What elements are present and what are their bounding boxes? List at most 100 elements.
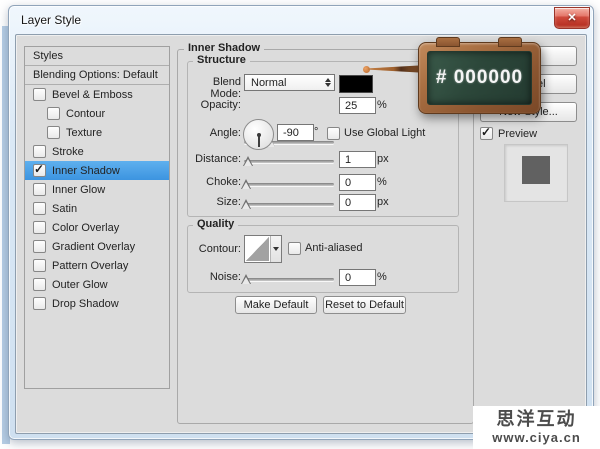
slider-thumb[interactable] <box>240 199 252 210</box>
slider-thumb[interactable] <box>242 156 254 167</box>
slider-track <box>244 160 334 163</box>
opacity-unit: % <box>377 99 387 111</box>
sidebar-item-satin[interactable]: ✓ Satin <box>25 199 169 218</box>
anti-aliased-checkbox[interactable]: ✓ <box>288 242 301 255</box>
sidebar-item-contour[interactable]: ✓ Contour <box>25 104 169 123</box>
reset-to-default-button[interactable]: Reset to Default <box>323 296 406 314</box>
checkbox-icon[interactable]: ✓ <box>47 126 60 139</box>
preview-label: Preview <box>498 128 538 140</box>
sidebar-item-texture[interactable]: ✓ Texture <box>25 123 169 142</box>
sidebar-item-blending-options[interactable]: Blending Options: Default <box>25 66 169 85</box>
checkbox-icon[interactable]: ✓ <box>33 240 46 253</box>
contour-row: Contour: ✓ Anti-aliased <box>188 235 458 265</box>
checkbox-icon[interactable]: ✓ <box>33 278 46 291</box>
checkbox-icon[interactable]: ✓ <box>33 259 46 272</box>
sidebar-item-label: Color Overlay <box>52 221 120 234</box>
styles-header: Styles <box>25 47 169 66</box>
checkbox-icon[interactable]: ✓ <box>33 162 46 177</box>
make-default-button[interactable]: Make Default <box>235 296 317 314</box>
checkbox-icon[interactable]: ✓ <box>47 107 60 120</box>
distance-input[interactable] <box>339 151 376 168</box>
distance-row: Distance: px <box>188 151 458 171</box>
shadow-color-swatch[interactable] <box>339 75 373 93</box>
sidebar-item-color-overlay[interactable]: ✓ Color Overlay <box>25 218 169 237</box>
size-label: Size: <box>216 196 241 208</box>
chevron-down-icon[interactable] <box>270 236 281 262</box>
stepper-icon <box>321 75 334 90</box>
sidebar-item-label: Outer Glow <box>52 278 108 291</box>
sidebar-item-label: Inner Glow <box>52 183 106 196</box>
sidebar-item-label: Satin <box>52 202 78 215</box>
distance-unit: px <box>377 153 389 165</box>
angle-input[interactable] <box>277 124 314 141</box>
styles-panel: Styles Blending Options: Default ✓ Bevel… <box>24 46 170 389</box>
checkmark-icon: ✓ <box>481 125 492 139</box>
choke-unit: % <box>377 176 387 188</box>
quality-group: Quality Contour: ✓ Anti-aliased Noise: <box>187 218 459 293</box>
sidebar-item-pattern-overlay[interactable]: ✓ Pattern Overlay <box>25 256 169 275</box>
window-title: Layer Style <box>21 13 82 27</box>
preview-thumbnail <box>504 144 568 202</box>
blend-mode-select[interactable]: Normal <box>244 74 335 91</box>
distance-slider[interactable] <box>242 155 334 167</box>
wooden-pointer <box>363 63 425 75</box>
checkbox-icon[interactable]: ✓ <box>33 202 46 215</box>
sidebar-item-drop-shadow[interactable]: ✓ Drop Shadow <box>25 294 169 313</box>
slider-thumb[interactable] <box>240 274 252 285</box>
choke-input[interactable] <box>339 174 376 191</box>
contour-label: Contour: <box>198 243 241 255</box>
screenshot-root: Layer Style ✕ Styles Blending Options: D… <box>0 0 600 449</box>
size-slider[interactable] <box>240 198 334 210</box>
checkbox-icon[interactable]: ✓ <box>33 221 46 234</box>
sidebar-item-inner-glow[interactable]: ✓ Inner Glow <box>25 180 169 199</box>
sidebar-item-outer-glow[interactable]: ✓ Outer Glow <box>25 275 169 294</box>
size-input[interactable] <box>339 194 376 211</box>
angle-dial[interactable] <box>243 119 274 150</box>
choke-row: Choke: % <box>188 174 458 194</box>
noise-row: Noise: % <box>188 269 458 289</box>
watermark-url: www.ciya.cn <box>492 430 581 445</box>
slider-track <box>244 183 334 186</box>
noise-unit: % <box>377 271 387 283</box>
sidebar-item-inner-shadow[interactable]: ✓ Inner Shadow <box>25 161 169 180</box>
size-unit: px <box>377 196 389 208</box>
sidebar-item-label: Inner Shadow <box>52 164 120 177</box>
sidebar-item-bevel-emboss[interactable]: ✓ Bevel & Emboss <box>25 85 169 104</box>
watermark-brand: 思洋互动 <box>496 409 577 429</box>
noise-label: Noise: <box>209 271 241 283</box>
choke-slider[interactable] <box>240 178 334 190</box>
close-button[interactable]: ✕ <box>554 7 590 29</box>
sidebar-item-label: Stroke <box>52 145 84 158</box>
chalkboard-surface: # 000000 <box>427 51 532 105</box>
slider-track <box>244 203 334 206</box>
color-callout-chalkboard: # 000000 <box>418 37 541 114</box>
quality-group-title: Quality <box>193 218 239 230</box>
preview-checkbox[interactable]: ✓ <box>480 125 493 140</box>
preview-square <box>522 156 550 184</box>
checkbox-icon[interactable]: ✓ <box>33 297 46 310</box>
titlebar[interactable]: Layer Style ✕ <box>9 6 593 34</box>
contour-picker[interactable] <box>244 235 282 263</box>
slider-thumb[interactable] <box>240 179 252 190</box>
close-icon: ✕ <box>567 11 577 24</box>
checkbox-icon[interactable]: ✓ <box>33 145 46 158</box>
blend-mode-value: Normal <box>251 76 287 89</box>
checkbox-icon[interactable]: ✓ <box>33 88 46 101</box>
sidebar-item-label: Gradient Overlay <box>52 240 136 253</box>
noise-input[interactable] <box>339 269 376 286</box>
checkbox-icon[interactable]: ✓ <box>33 183 46 196</box>
noise-slider[interactable] <box>240 273 334 285</box>
styles-header-label: Styles <box>33 50 63 62</box>
use-global-light-checkbox[interactable]: ✓ <box>327 127 340 140</box>
sidebar-item-stroke[interactable]: ✓ Stroke <box>25 142 169 161</box>
size-row: Size: px <box>188 194 458 214</box>
sidebar-item-gradient-overlay[interactable]: ✓ Gradient Overlay <box>25 237 169 256</box>
panel-title: Inner Shadow <box>184 42 265 54</box>
chalkboard-tab <box>436 37 460 47</box>
opacity-input[interactable] <box>339 97 376 114</box>
anti-aliased-label: Anti-aliased <box>305 242 363 254</box>
sidebar-item-label: Bevel & Emboss <box>52 88 133 101</box>
sidebar-item-label: Contour <box>66 107 106 120</box>
sidebar-item-label: Drop Shadow <box>52 297 119 310</box>
sidebar-item-label: Texture <box>66 126 103 139</box>
